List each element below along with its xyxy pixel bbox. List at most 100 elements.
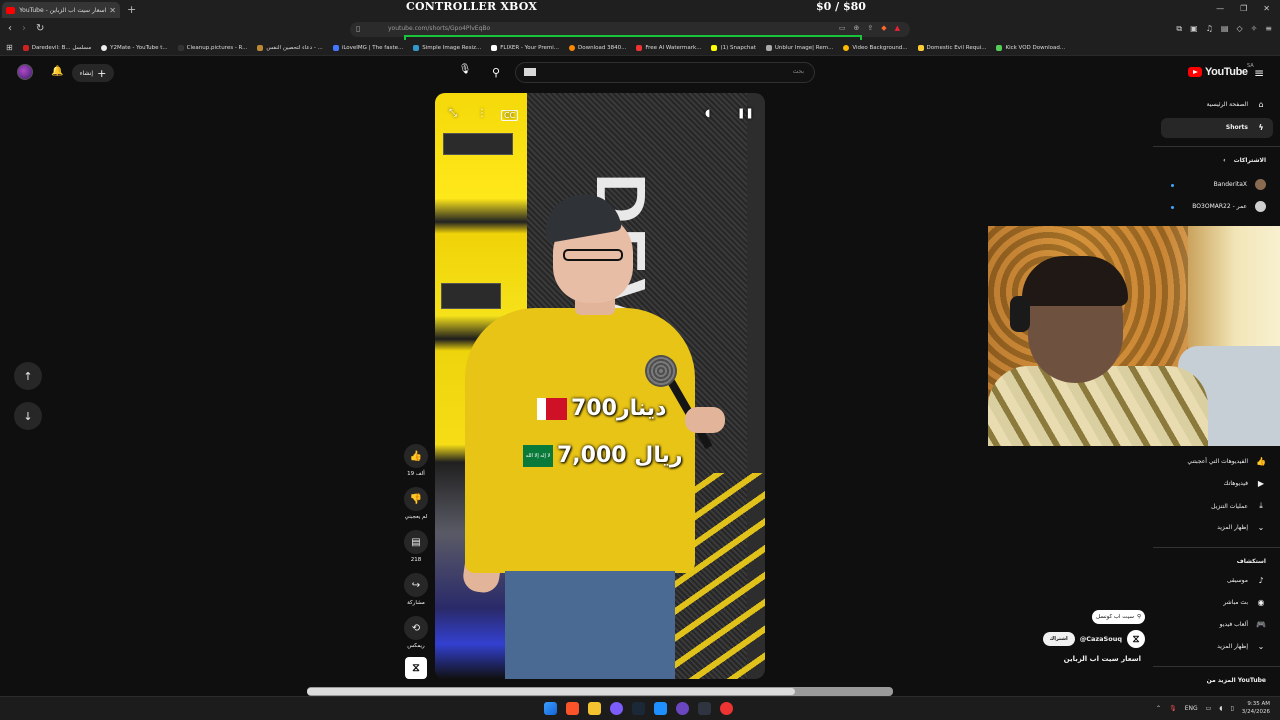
close-tab-icon[interactable]: ✕: [109, 6, 116, 15]
vpn-icon[interactable]: ◇: [1236, 24, 1242, 34]
bookmark-item[interactable]: (1) Snapchat: [711, 44, 756, 51]
language-indicator[interactable]: ENG: [1185, 705, 1198, 712]
app-icon[interactable]: [698, 702, 711, 715]
music-icon[interactable]: ♫: [1206, 24, 1213, 34]
stream-goal-amount: $0 / $80: [816, 0, 866, 13]
voice-search-icon[interactable]: 🎙: [458, 64, 472, 80]
brave-browser-icon[interactable]: [566, 702, 579, 715]
zoom-icon[interactable]: ⊕: [853, 24, 859, 32]
sidebar-item-home[interactable]: الصفحة الرئيسية ⌂: [1207, 100, 1266, 109]
speaker-icon[interactable]: ◖: [1219, 705, 1222, 712]
bookmark-item[interactable]: Video Background...: [843, 44, 908, 51]
sidebar-channel-item[interactable]: BO3OMAR22 - عمر: [1192, 201, 1266, 212]
minimize-button[interactable]: —: [1216, 4, 1224, 13]
dislike-button[interactable]: 👎 لم يعجبني: [397, 487, 435, 520]
sidebar-item-your-videos[interactable]: فيديوهاتك ▶: [1224, 479, 1266, 488]
channel-avatar[interactable]: ⧖: [1127, 630, 1145, 648]
sidebar-item-music[interactable]: موسيقى ♪: [1227, 576, 1266, 585]
subscribe-button[interactable]: اشتراك: [1042, 632, 1075, 646]
channel-handle[interactable]: @CazaSouq: [1080, 635, 1122, 643]
window-controls: — ❐ ✕: [1216, 4, 1270, 13]
apps-grid-icon[interactable]: ⊞: [6, 43, 13, 52]
bookmark-icon[interactable]: ▯: [356, 24, 360, 33]
shorts-video-player[interactable]: DEV 700دينار لا إله إلا الله 7,000 ريال …: [435, 93, 765, 679]
sidebar-item-show-more-explore[interactable]: إظهار المزيد ⌄: [1217, 642, 1266, 651]
bookmark-item[interactable]: Domestic Evil Requi...: [917, 44, 986, 51]
extensions-icon[interactable]: ⧉: [1176, 24, 1182, 34]
steam-icon[interactable]: [632, 702, 645, 715]
next-short-button[interactable]: ↓: [14, 402, 42, 430]
menu-icon[interactable]: ≡: [1265, 24, 1272, 34]
leo-icon[interactable]: ✧: [1251, 24, 1258, 34]
tray-overflow-icon[interactable]: ⌃: [1156, 705, 1161, 712]
file-explorer-icon[interactable]: [588, 702, 601, 715]
clock[interactable]: 9:35 AM 3/24/2026: [1242, 700, 1270, 716]
forward-icon[interactable]: ›: [22, 23, 26, 34]
sound-button[interactable]: ⧖: [397, 657, 435, 679]
maximize-button[interactable]: ❐: [1240, 4, 1247, 13]
youtube-logo[interactable]: YouTube SA: [1188, 63, 1254, 78]
suggested-search-chip[interactable]: سيت اب كونسل ⚲: [1092, 610, 1145, 624]
sidebar-item-downloads[interactable]: عمليات التنزيل ⤓: [1211, 501, 1266, 511]
sidebar-item-liked-videos[interactable]: الفيديوهات التي أعجبتني 👍: [1187, 457, 1266, 466]
comments-button[interactable]: ▤ 218: [397, 530, 435, 563]
create-button[interactable]: إنشاء +: [72, 64, 114, 82]
network-icon[interactable]: ▭: [1206, 705, 1212, 712]
edge-icon[interactable]: [654, 702, 667, 715]
bookmark-item[interactable]: دعاء لتحصين النفس - ...: [257, 44, 323, 51]
windows-start-icon[interactable]: [544, 702, 557, 715]
brave-rewards-icon[interactable]: ▲: [895, 24, 900, 32]
bookmark-item[interactable]: FLIXER - Your Premi...: [491, 44, 559, 51]
notifications-bell-icon[interactable]: 🔔: [51, 66, 63, 77]
bookmark-item[interactable]: iLoveIMG | The faste...: [332, 44, 403, 51]
discord-icon[interactable]: [610, 702, 623, 715]
sidebar-item-subscriptions[interactable]: ‹ الاشتراكات: [1223, 157, 1266, 164]
like-button[interactable]: 👍 19 ألف: [397, 444, 435, 477]
recording-app-icon[interactable]: [720, 702, 733, 715]
close-window-button[interactable]: ✕: [1263, 4, 1270, 13]
collapse-icon[interactable]: ⤡: [449, 108, 457, 119]
bookmark-item[interactable]: Daredevil: B... مسلسل: [22, 44, 91, 51]
pause-icon[interactable]: ❚❚: [737, 108, 754, 119]
bookmark-item[interactable]: Cleanup.pictures - R...: [177, 44, 247, 51]
search-icon[interactable]: ⚲: [492, 66, 500, 79]
remix-button[interactable]: ⟲ ريمكس: [397, 616, 435, 649]
volume-icon[interactable]: ◖: [705, 108, 710, 119]
sidebar-channel-item[interactable]: BanderitaX: [1214, 179, 1266, 190]
sidebar-item-live[interactable]: بث مباشر ◉: [1223, 598, 1266, 607]
more-options-icon[interactable]: ⋮: [477, 108, 487, 119]
bookmark-item[interactable]: Y2Mate - YouTube t...: [101, 44, 168, 51]
captions-icon[interactable]: CC: [501, 110, 519, 121]
sidebar-item-label: بث مباشر: [1223, 599, 1248, 606]
bookmark-item[interactable]: Simple Image Resiz...: [413, 44, 481, 51]
previous-short-button[interactable]: ↑: [14, 362, 42, 390]
search-input[interactable]: بحث: [515, 62, 815, 83]
sidebar-item-shorts[interactable]: Shorts ϟ: [1226, 123, 1266, 132]
brave-shield-icon[interactable]: ◆: [881, 24, 886, 32]
cast-icon[interactable]: ▭: [839, 24, 846, 32]
sidebar-icon[interactable]: ▤: [1221, 24, 1229, 34]
short-title[interactable]: اسعار سيت اب الزباين: [1064, 655, 1141, 663]
battery-icon[interactable]: ▯: [1230, 705, 1233, 712]
bookmark-item[interactable]: Unblur Image| Rem...: [765, 44, 833, 51]
sidebar-item-show-more[interactable]: إظهار المزيد ⌄: [1217, 523, 1266, 532]
scrollbar-thumb[interactable]: [307, 688, 795, 695]
horizontal-scrollbar[interactable]: [307, 687, 893, 696]
bookmark-item[interactable]: Kick VOD Download...: [996, 44, 1065, 51]
bookmark-item[interactable]: Download 3840...: [569, 44, 626, 51]
caption-text: 7,000 ريال: [557, 443, 683, 468]
wallet-icon[interactable]: ▣: [1190, 24, 1198, 34]
guide-menu-icon[interactable]: ≡: [1254, 66, 1264, 80]
channel-name: BanderitaX: [1213, 181, 1247, 188]
account-avatar[interactable]: [17, 64, 33, 80]
share-icon[interactable]: ⇪: [867, 24, 873, 32]
mic-tray-icon[interactable]: 🎙: [1169, 705, 1177, 712]
bookmark-item[interactable]: Free AI Watermark...: [636, 44, 701, 51]
browser-tab[interactable]: اسعار سيت اب الزباين - YouTube ✕: [2, 2, 120, 18]
obs-icon[interactable]: [676, 702, 689, 715]
sidebar-item-gaming[interactable]: ألعاب فيديو 🎮: [1220, 620, 1266, 629]
reload-icon[interactable]: ↻: [36, 23, 44, 34]
share-button[interactable]: ↪ مشاركة: [397, 573, 435, 606]
back-icon[interactable]: ‹: [8, 23, 12, 34]
new-tab-button[interactable]: +: [127, 3, 136, 16]
